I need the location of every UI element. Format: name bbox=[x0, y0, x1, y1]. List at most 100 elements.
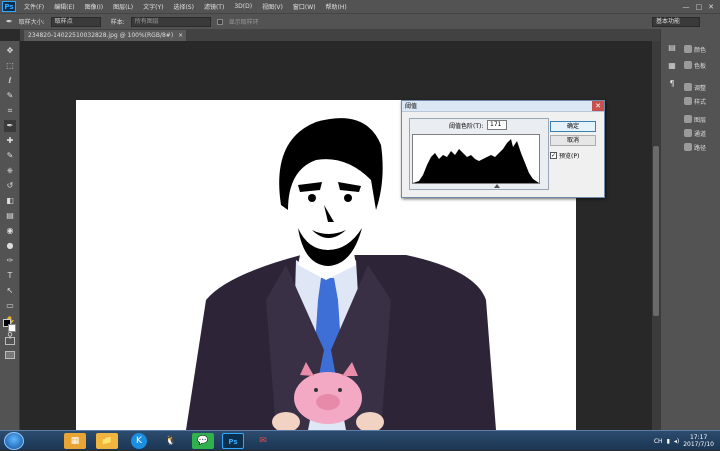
vertical-scrollbar[interactable] bbox=[652, 41, 660, 430]
menu-image[interactable]: 图像(I) bbox=[80, 2, 108, 11]
minimize-button[interactable]: — bbox=[683, 3, 690, 11]
panel-channels[interactable]: 通道 bbox=[684, 127, 706, 139]
system-tray: CH ▮ ◂) 17:17 2017/7/10 bbox=[654, 431, 720, 451]
network-icon[interactable]: ▮ bbox=[667, 438, 670, 445]
panel-layers[interactable]: 图层 bbox=[684, 113, 706, 125]
menu-type[interactable]: 文字(Y) bbox=[138, 2, 168, 11]
character-icon[interactable] bbox=[667, 65, 677, 75]
threshold-input[interactable]: 171 bbox=[487, 120, 507, 130]
folder-icon[interactable]: 📁 bbox=[96, 433, 118, 449]
panel-color-label: 颜色 bbox=[694, 45, 706, 54]
menu-layer[interactable]: 图层(L) bbox=[108, 2, 138, 11]
clock[interactable]: 17:17 2017/7/10 bbox=[683, 434, 714, 448]
panel-channels-label: 通道 bbox=[694, 129, 706, 138]
tab-close-icon[interactable]: × bbox=[178, 32, 183, 39]
menu-bar: Ps 文件(F) 编辑(E) 图像(I) 图层(L) 文字(Y) 选择(S) 滤… bbox=[0, 0, 720, 13]
preview-option[interactable]: ✓ 预览(P) bbox=[550, 151, 579, 160]
eraser-icon[interactable]: ◧ bbox=[4, 195, 16, 207]
menu-filter[interactable]: 滤镜(T) bbox=[199, 2, 229, 11]
cancel-button[interactable]: 取消 bbox=[550, 135, 596, 146]
browser-icon[interactable]: K bbox=[131, 433, 147, 449]
eyedropper-tool-icon[interactable]: ✒ bbox=[6, 17, 13, 26]
panel-adjustments[interactable]: 调整 bbox=[684, 81, 706, 93]
history-brush-icon[interactable]: ↺ bbox=[4, 180, 16, 192]
maximize-button[interactable]: □ bbox=[696, 3, 703, 11]
type-icon[interactable]: T bbox=[4, 270, 16, 282]
panel-styles[interactable]: 样式 bbox=[684, 95, 706, 107]
window-controls: — □ ✕ bbox=[683, 3, 720, 11]
gradient-icon[interactable]: ▤ bbox=[4, 210, 16, 222]
blur-icon[interactable]: ◉ bbox=[4, 225, 16, 237]
language-indicator[interactable]: CH bbox=[654, 438, 663, 445]
photoshop-taskbar-icon[interactable]: Ps bbox=[222, 433, 244, 449]
preview-label: 预览(P) bbox=[559, 151, 579, 160]
panel-color[interactable]: 颜色 bbox=[684, 43, 706, 55]
menu-3d[interactable]: 3D(D) bbox=[229, 3, 257, 10]
photoshop-logo: Ps bbox=[2, 1, 16, 12]
histogram bbox=[412, 134, 540, 184]
pen-icon[interactable]: ✑ bbox=[4, 255, 16, 267]
dodge-icon[interactable]: ● bbox=[4, 240, 16, 252]
panel-adjustments-label: 调整 bbox=[694, 83, 706, 92]
panel-paths-label: 路径 bbox=[694, 143, 706, 152]
dialog-titlebar[interactable]: 阈值 ✕ bbox=[402, 101, 604, 112]
swatches-icon bbox=[684, 61, 692, 69]
sample-size-label: 取样大小: bbox=[19, 17, 45, 26]
brush-icon[interactable]: ✎ bbox=[4, 150, 16, 162]
sample-select[interactable]: 所有图层 bbox=[131, 17, 211, 27]
quick-select-icon[interactable]: ✎ bbox=[4, 90, 16, 102]
menu-edit[interactable]: 编辑(E) bbox=[49, 2, 79, 11]
panel-dock-icons: ▤ ▦ ¶ bbox=[660, 29, 682, 430]
stamp-icon[interactable]: ⎈ bbox=[4, 165, 16, 177]
path-select-icon[interactable]: ↖ bbox=[4, 285, 16, 297]
menu-file[interactable]: 文件(F) bbox=[19, 2, 49, 11]
show-ring-checkbox[interactable] bbox=[217, 19, 223, 25]
ok-button[interactable]: 确定 bbox=[550, 121, 596, 132]
panel-paths[interactable]: 路径 bbox=[684, 141, 706, 153]
dialog-title: 阈值 bbox=[405, 103, 417, 110]
workspace-select[interactable]: 基本功能 bbox=[652, 17, 700, 27]
file-manager-icon[interactable]: ▦ bbox=[64, 433, 86, 449]
document-tab-bar: 234820-14022510032828.jpg @ 100%(RGB/8#)… bbox=[20, 29, 660, 41]
eyedropper-icon[interactable]: ✒ bbox=[4, 120, 16, 132]
panel-swatches[interactable]: 色板 bbox=[684, 59, 706, 71]
paths-icon bbox=[684, 143, 692, 151]
qq-icon[interactable]: 🐧 bbox=[160, 433, 182, 449]
lasso-icon[interactable]: ℓ bbox=[4, 75, 16, 87]
wechat-icon[interactable]: 💬 bbox=[192, 433, 214, 449]
background-color-swatch[interactable] bbox=[8, 324, 16, 332]
menu-window[interactable]: 窗口(W) bbox=[288, 2, 321, 11]
start-button[interactable] bbox=[4, 432, 24, 450]
healing-icon[interactable]: ✚ bbox=[4, 135, 16, 147]
marquee-icon[interactable]: ⬚ bbox=[4, 60, 16, 72]
sample-size-select[interactable]: 取样点 bbox=[51, 17, 101, 27]
show-ring-label: 显示取样环 bbox=[229, 17, 259, 26]
menu-help[interactable]: 帮助(H) bbox=[321, 2, 352, 11]
close-button[interactable]: ✕ bbox=[708, 3, 714, 11]
shape-icon[interactable]: ▭ bbox=[4, 300, 16, 312]
preview-checkbox[interactable]: ✓ bbox=[550, 152, 557, 159]
color-icon bbox=[684, 45, 692, 53]
adjustments-icon bbox=[684, 83, 692, 91]
threshold-slider-handle[interactable] bbox=[494, 184, 500, 188]
dialog-close-button[interactable]: ✕ bbox=[592, 101, 604, 111]
paragraph-icon[interactable]: ¶ bbox=[667, 79, 677, 89]
crop-icon[interactable]: ⌗ bbox=[4, 105, 16, 117]
mail-icon[interactable]: ✉ bbox=[252, 433, 274, 449]
document-tab-label: 234820-14022510032828.jpg @ 100%(RGB/8#) bbox=[28, 32, 173, 39]
history-icon[interactable]: ▤ bbox=[667, 43, 677, 53]
move-icon[interactable]: ✥ bbox=[4, 45, 16, 57]
sample-label: 样本: bbox=[111, 17, 125, 26]
panel-column: 颜色 色板 调整 样式 图层 通道 路径 bbox=[682, 29, 720, 430]
styles-icon bbox=[684, 97, 692, 105]
quick-mask-icon[interactable] bbox=[5, 337, 15, 345]
document-tab[interactable]: 234820-14022510032828.jpg @ 100%(RGB/8#)… bbox=[24, 30, 186, 41]
panel-styles-label: 样式 bbox=[694, 97, 706, 106]
panel-swatches-label: 色板 bbox=[694, 61, 706, 70]
scrollbar-thumb[interactable] bbox=[653, 146, 659, 316]
menu-select[interactable]: 选择(S) bbox=[168, 2, 199, 11]
volume-icon[interactable]: ◂) bbox=[674, 438, 679, 445]
screen-mode-icon[interactable] bbox=[5, 351, 15, 359]
menu-view[interactable]: 视图(V) bbox=[257, 2, 288, 11]
layers-icon bbox=[684, 115, 692, 123]
